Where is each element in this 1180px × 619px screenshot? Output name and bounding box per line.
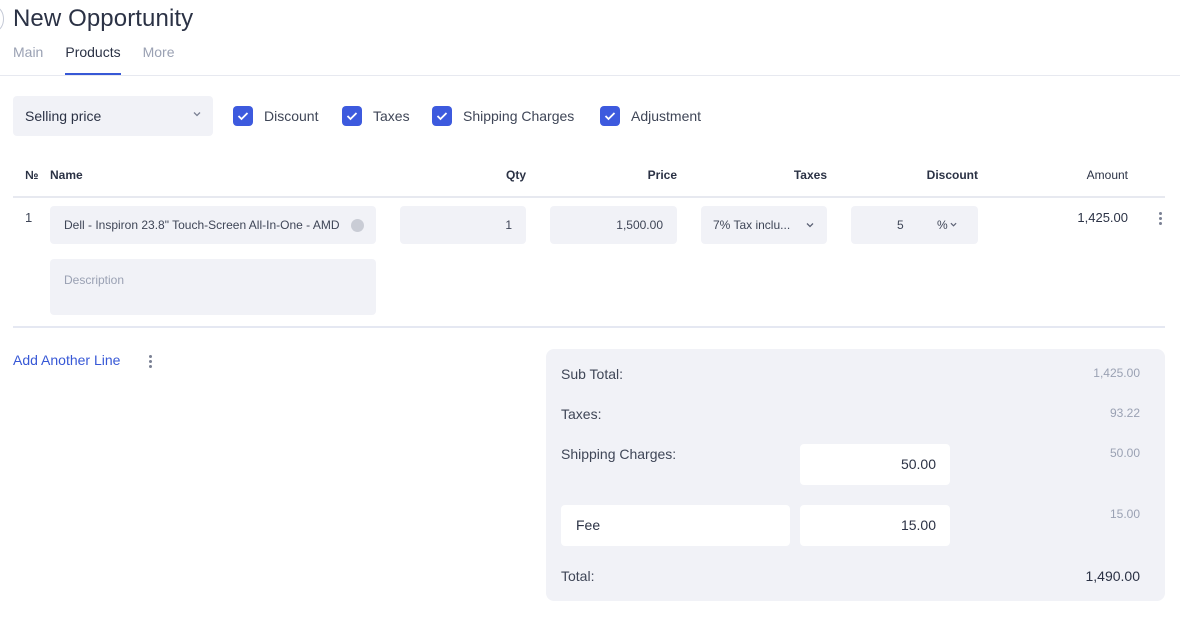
price-mode-select[interactable]: Selling price	[13, 96, 213, 136]
discount-unit-select[interactable]: %	[937, 218, 948, 232]
row-divider	[13, 326, 1165, 328]
fee-amount-input[interactable]: 15.00	[800, 505, 950, 546]
header-divider	[13, 196, 1165, 198]
discount-label: Discount	[264, 108, 319, 124]
chevron-down-icon	[806, 223, 814, 228]
row-number: 1	[25, 210, 33, 225]
info-icon[interactable]	[351, 219, 364, 232]
column-header-taxes: Taxes	[793, 168, 827, 182]
back-icon[interactable]	[0, 7, 4, 31]
column-header-name: Name	[50, 168, 83, 182]
tax-select[interactable]: 7% Tax inclu...	[701, 206, 827, 244]
shipping-total-label: Shipping Charges:	[561, 446, 677, 462]
shipping-checkbox[interactable]	[432, 106, 452, 126]
discount-field[interactable]: 5 %	[851, 206, 978, 244]
line-amount: 1,425.00	[1077, 210, 1128, 225]
adjustment-label: Adjustment	[631, 108, 702, 124]
column-header-qty: Qty	[505, 168, 526, 182]
check-icon	[604, 112, 616, 121]
taxes-total-value: 93.22	[1109, 406, 1140, 420]
column-header-discount: Discount	[926, 168, 978, 182]
shipping-option[interactable]: Shipping Charges	[432, 106, 574, 126]
qty-input[interactable]: 1	[400, 206, 526, 244]
adjustment-checkbox[interactable]	[600, 106, 620, 126]
shipping-input[interactable]: 50.00	[800, 444, 950, 485]
tab-main[interactable]: Main	[13, 44, 43, 75]
tab-more[interactable]: More	[143, 44, 175, 75]
description-input[interactable]: Description	[50, 259, 376, 315]
chevron-down-icon	[193, 112, 201, 117]
row-menu-icon[interactable]	[1159, 212, 1163, 226]
fee-total-value: 15.00	[1109, 507, 1140, 521]
tabs-divider	[0, 75, 1180, 76]
taxes-option[interactable]: Taxes	[342, 106, 410, 126]
tab-bar: Main Products More	[13, 44, 197, 75]
check-icon	[237, 112, 249, 121]
totals-panel: Sub Total: 1,425.00 Taxes: 93.22 Shippin…	[546, 349, 1165, 601]
taxes-total-label: Taxes:	[561, 406, 602, 422]
product-name-value: Dell - Inspiron 23.8" Touch-Screen All-I…	[64, 218, 340, 232]
price-mode-value: Selling price	[25, 108, 102, 124]
discount-option[interactable]: Discount	[233, 106, 318, 126]
sub-total-value: 1,425.00	[1093, 366, 1140, 380]
add-another-line-link[interactable]: Add Another Line	[13, 352, 120, 368]
check-icon	[436, 112, 448, 121]
sub-total-label: Sub Total:	[561, 366, 624, 382]
column-header-price: Price	[647, 168, 677, 182]
total-value: 1,490.00	[1085, 568, 1141, 584]
tab-products[interactable]: Products	[65, 44, 121, 75]
product-name-field[interactable]: Dell - Inspiron 23.8" Touch-Screen All-I…	[50, 206, 376, 244]
shipping-total-value: 50.00	[1109, 446, 1140, 460]
shipping-label: Shipping Charges	[463, 108, 575, 124]
discount-checkbox[interactable]	[233, 106, 253, 126]
total-label: Total:	[561, 568, 595, 584]
fee-label-input[interactable]: Fee	[561, 505, 790, 546]
discount-input[interactable]: 5	[897, 218, 904, 232]
column-header-no: №	[25, 168, 39, 182]
chevron-down-icon	[950, 222, 957, 227]
check-icon	[346, 112, 358, 121]
page-title: New Opportunity	[13, 5, 194, 32]
add-line-menu-icon[interactable]	[149, 355, 153, 369]
price-input[interactable]: 1,500.00	[550, 206, 677, 244]
tax-value: 7% Tax inclu...	[713, 218, 791, 232]
taxes-label: Taxes	[373, 108, 410, 124]
taxes-checkbox[interactable]	[342, 106, 362, 126]
adjustment-option[interactable]: Adjustment	[600, 106, 701, 126]
column-header-amount: Amount	[1086, 168, 1128, 182]
